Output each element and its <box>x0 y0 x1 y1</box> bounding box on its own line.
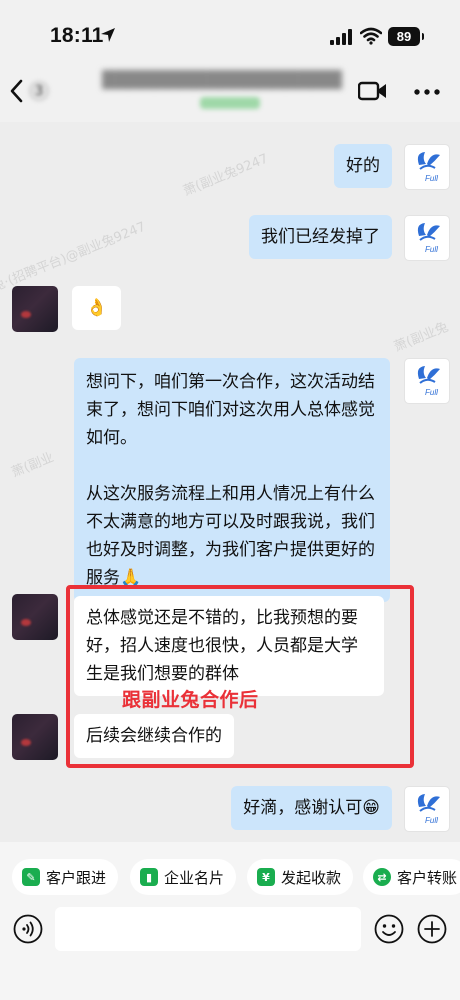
emoji-icon[interactable] <box>374 914 404 944</box>
quick-action-transfer[interactable]: ⇄ 客户转账 <box>363 859 460 895</box>
message-text: 总体感觉还是不错的，比我预想的要好，招人速度也很快，人员都是大学生是我们想要的群… <box>86 608 358 684</box>
message-bubble-sent[interactable]: 好滴，感谢认可😁 <box>231 786 392 830</box>
back-arrow-icon[interactable] <box>8 78 26 104</box>
message-text: 从这次服务流程上和用人情况上有什么不太满意的地方可以及时跟我说，我们也好及时调整… <box>86 484 375 588</box>
chat-message-list[interactable]: 萧(副业兔9247 兔·(招聘平台)@副业兔9247 萧(副业兔 萧(副业 Fu… <box>0 122 460 842</box>
company-logo-icon: Full <box>417 223 440 254</box>
status-time: 18:11 <box>50 24 104 47</box>
battery-indicator: 89 <box>388 27 424 46</box>
message-text: 👌 <box>86 298 108 318</box>
watermark: 萧(副业兔9247 <box>181 151 271 200</box>
message-bubble-sent[interactable]: 我们已经发掉了 <box>249 215 392 259</box>
watermark: 萧(副业 <box>9 450 57 481</box>
message-bubble-sent[interactable]: 好的 <box>334 144 392 188</box>
company-logo-icon: Full <box>417 152 440 183</box>
company-logo-icon: Full <box>417 794 440 825</box>
company-logo-icon: Full <box>417 366 440 397</box>
wifi-icon <box>360 27 382 45</box>
message-text: 好的 <box>346 156 380 176</box>
contact-avatar[interactable] <box>12 714 58 760</box>
message-bubble-sent[interactable]: 想问下，咱们第一次合作，这次活动结束了，想问下咱们对这次用人总体感觉如何。 从这… <box>74 358 390 602</box>
unread-count-badge[interactable]: 3 <box>28 80 50 102</box>
contact-avatar[interactable] <box>12 594 58 640</box>
cellular-signal-icon <box>330 29 352 45</box>
more-options-icon[interactable] <box>414 88 440 96</box>
quick-action-payment[interactable]: ¥ 发起收款 <box>247 859 354 895</box>
svg-text:Full: Full <box>425 816 438 825</box>
message-text: 后续会继续合作的 <box>86 726 222 746</box>
payment-icon: ¥ <box>257 868 275 886</box>
message-text: 我们已经发掉了 <box>261 227 380 247</box>
message-bubble-received[interactable]: 👌 <box>72 286 122 330</box>
message-input-bar <box>0 902 460 1000</box>
battery-level: 89 <box>396 29 412 44</box>
chat-header: 3 ████████████████████████ <box>0 60 460 122</box>
quick-actions-bar: ✎ 客户跟进 ▮ 企业名片 ¥ 发起收款 ⇄ 客户转账 <box>0 842 460 902</box>
contact-avatar[interactable] <box>12 286 58 332</box>
watermark: 萧(副业兔 <box>392 319 451 355</box>
message-bubble-received[interactable]: 后续会继续合作的 <box>74 714 234 758</box>
self-avatar[interactable]: Full <box>404 144 450 190</box>
svg-text:Full: Full <box>425 388 438 397</box>
self-avatar[interactable]: Full <box>404 358 450 404</box>
message-text: 想问下，咱们第一次合作，这次活动结束了，想问下咱们对这次用人总体感觉如何。 <box>86 372 375 448</box>
message-input[interactable] <box>55 907 361 951</box>
watermark: 兔·(招聘平台)@副业兔9247 <box>0 219 148 296</box>
message-bubble-received[interactable]: 总体感觉还是不错的，比我预想的要好，招人速度也很快，人员都是大学生是我们想要的群… <box>74 596 384 696</box>
status-bar: 18:11 89 <box>0 0 460 60</box>
svg-text:Full: Full <box>425 245 438 254</box>
message-text: 好滴，感谢认可😁 <box>243 798 380 818</box>
quick-action-follow-up[interactable]: ✎ 客户跟进 <box>12 859 119 895</box>
chat-title-redacted[interactable]: ████████████████████████ <box>102 70 342 92</box>
video-call-icon[interactable] <box>358 79 388 103</box>
transfer-icon: ⇄ <box>373 868 391 886</box>
location-arrow-icon <box>101 28 115 42</box>
self-avatar[interactable]: Full <box>404 215 450 261</box>
svg-text:Full: Full <box>425 174 438 183</box>
voice-input-icon[interactable] <box>13 914 43 944</box>
business-card-icon: ▮ <box>140 868 158 886</box>
quick-action-business-card[interactable]: ▮ 企业名片 <box>130 859 237 895</box>
chat-subtitle-redacted <box>200 97 260 109</box>
plus-icon[interactable] <box>417 914 447 944</box>
follow-up-icon: ✎ <box>22 868 40 886</box>
annotation-label: 跟副业兔合作后 <box>122 689 259 711</box>
self-avatar[interactable]: Full <box>404 786 450 832</box>
